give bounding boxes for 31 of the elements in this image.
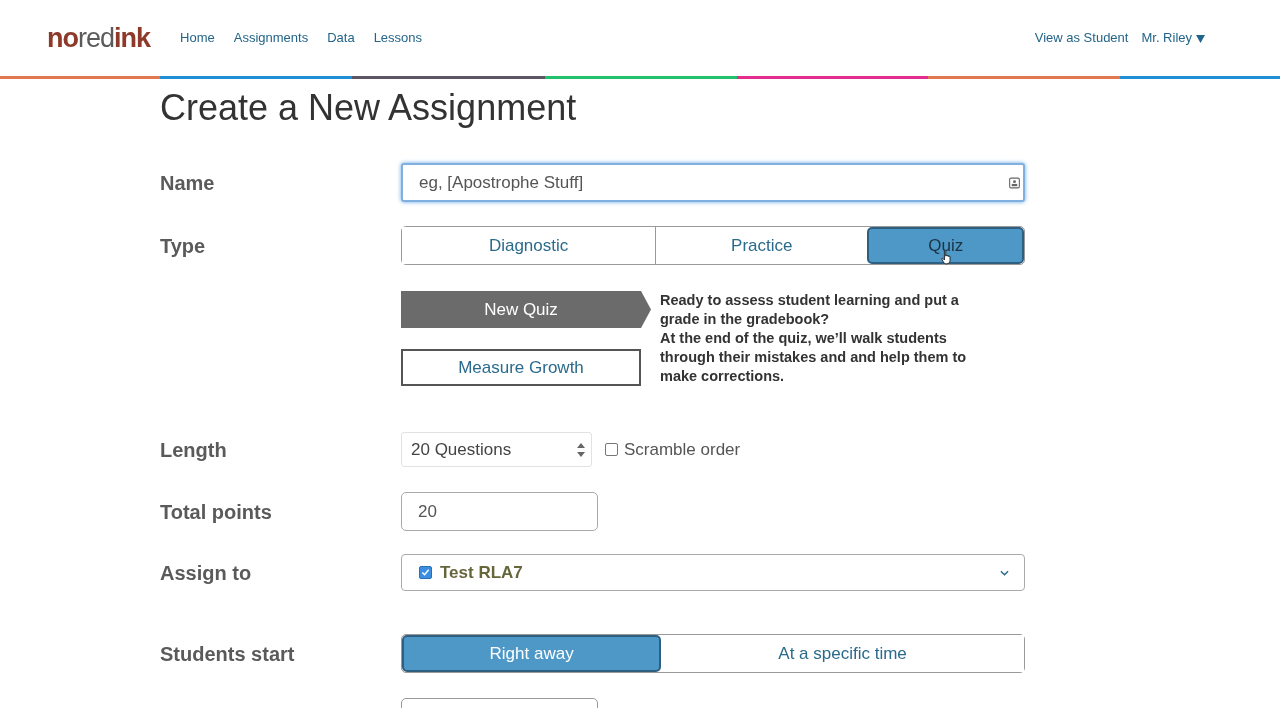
nav-link[interactable]: Assignments — [233, 28, 309, 48]
points-input[interactable]: 20 — [401, 492, 598, 531]
scramble-label: Scramble order — [624, 438, 741, 461]
class-multiselect[interactable]: Test RLA7 — [401, 554, 1025, 591]
class-checkbox[interactable] — [419, 566, 432, 579]
scramble-checkbox[interactable] — [605, 443, 618, 456]
logo[interactable]: noredink — [47, 24, 151, 52]
caret-down-icon — [1196, 33, 1205, 43]
contact-card-icon — [1009, 177, 1020, 189]
nav-link[interactable]: Lessons — [373, 28, 423, 48]
field-label: Type — [160, 233, 206, 258]
nav-link[interactable]: Home — [180, 28, 215, 48]
field-label: Length — [160, 437, 227, 462]
field-label: Name — [160, 170, 215, 195]
segment-tab[interactable]: Quiz — [867, 227, 1024, 264]
nav-link[interactable]: Data — [327, 28, 355, 48]
field-label: Total points — [160, 499, 272, 524]
field-label: Assign to — [160, 560, 252, 585]
quiz-kind-button[interactable]: Measure Growth — [401, 349, 641, 386]
up-down-arrows-icon — [577, 442, 585, 457]
quiz-kind-button[interactable]: New Quiz — [401, 291, 651, 328]
quiz-description: At the end of the quiz, we’ll walk students through their mistakes and and help them to make corrections. — [660, 329, 968, 386]
view-as-student-link[interactable]: View as Student — [1034, 28, 1129, 48]
page-title: Create a New Assignment — [160, 88, 578, 128]
user-menu[interactable]: Mr. Riley — [1141, 28, 1205, 48]
name-input[interactable]: eg, [Apostrophe Stuff] — [401, 163, 1025, 202]
field-label: Students start — [160, 641, 295, 666]
length-select[interactable]: 20 Questions — [401, 432, 592, 467]
quiz-description: Ready to assess student learning and put a grade in the gradebook? — [660, 291, 960, 329]
chevron-down-icon — [1000, 569, 1009, 576]
class-name: Test RLA7 — [440, 561, 523, 584]
